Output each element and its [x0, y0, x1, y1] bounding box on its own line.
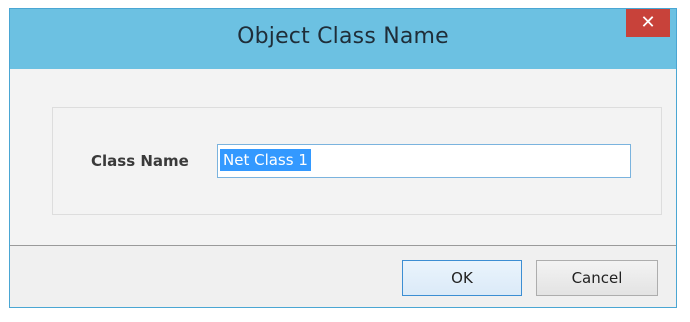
close-icon: ✕ — [640, 12, 656, 33]
class-name-group: Class Name Net Class 1 — [52, 107, 662, 215]
title-bar[interactable]: Object Class Name ✕ — [10, 9, 676, 69]
dialog-footer: OK Cancel — [10, 246, 676, 307]
object-class-name-dialog: Object Class Name ✕ Class Name Net Class… — [9, 8, 677, 308]
class-name-input-value: Net Class 1 — [220, 149, 311, 171]
cancel-button[interactable]: Cancel — [536, 260, 658, 296]
close-button[interactable]: ✕ — [626, 9, 670, 37]
dialog-title: Object Class Name — [237, 24, 449, 49]
class-name-input[interactable]: Net Class 1 — [217, 144, 631, 178]
class-name-label: Class Name — [91, 152, 189, 170]
ok-button[interactable]: OK — [402, 260, 522, 296]
dialog-body: Class Name Net Class 1 — [10, 69, 676, 245]
